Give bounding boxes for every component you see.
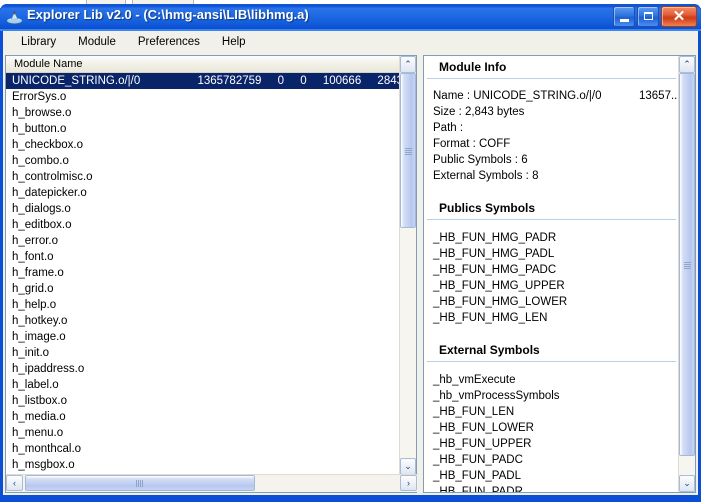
table-row[interactable]: h_dialogs.o (6, 201, 400, 217)
section-title-module-info: Module Info (427, 56, 676, 79)
close-icon: ✕ (672, 8, 686, 25)
external-symbol-item: _HB_FUN_PADL (433, 470, 521, 482)
table-row[interactable]: h_hotkey.o (6, 313, 400, 329)
module-info-content: Module Info Name : UNICODE_STRING.o/|/0 1… (424, 56, 679, 492)
module-info-line: Name : UNICODE_STRING.o/|/0 13657... (433, 90, 679, 102)
module-info-line: Format : COFF (433, 138, 511, 150)
table-row[interactable]: h_ipaddress.o (6, 361, 400, 377)
grip-icon (136, 480, 144, 487)
module-meta: 1365782759 0 0 100666 2843 `lLlI (197, 75, 400, 87)
vscroll-thumb[interactable] (679, 73, 695, 456)
table-row[interactable]: h_button.o (6, 121, 400, 137)
external-symbol-item: _HB_FUN_LOWER (433, 422, 534, 434)
scroll-right-icon[interactable]: › (400, 475, 417, 491)
external-symbol-item: _HB_FUN_UPPER (433, 438, 532, 450)
table-row[interactable]: h_grid.o (6, 281, 400, 297)
table-row-selected[interactable]: UNICODE_STRING.o/|/0 1365782759 0 0 1006… (6, 73, 400, 89)
menu-bar: Library Module Preferences Help (0, 31, 701, 53)
title-bar[interactable]: Explorer Lib v2.0 - (C:\hmg-ansi\LIB\lib… (0, 4, 701, 31)
table-row[interactable]: h_browse.o (6, 105, 400, 121)
section-title-publics-symbols: Publics Symbols (427, 196, 676, 220)
module-info-lines: Name : UNICODE_STRING.o/|/0 13657... Size … (424, 79, 679, 184)
module-mode: 100666 (322, 75, 362, 87)
table-row[interactable]: h_help.o (6, 297, 400, 313)
scroll-up-icon[interactable]: ⌃ (400, 56, 416, 73)
module-timestamp: 1365782759 (197, 75, 262, 87)
module-info-panel: Module Info Name : UNICODE_STRING.o/|/0 1… (423, 55, 696, 493)
table-row[interactable]: h_editbox.o (6, 217, 400, 233)
close-button[interactable]: ✕ (661, 6, 697, 27)
external-symbol-item: _hb_vmExecute (433, 374, 516, 386)
app-icon (7, 11, 22, 25)
table-row[interactable]: h_error.o (6, 233, 400, 249)
public-symbol-item: _HB_FUN_HMG_PADR (433, 232, 557, 244)
client-area: Module Name UNICODE_STRING.o/|/0 1365782… (0, 53, 701, 498)
scroll-down-icon[interactable]: ⌄ (400, 458, 416, 475)
table-row[interactable]: h_monthcal.o (6, 441, 400, 457)
external-symbol-item: _HB_FUN_PADR (433, 486, 523, 492)
module-info-line: Size : 2,843 bytes (433, 106, 525, 118)
public-symbol-item: _HB_FUN_HMG_PADL (433, 248, 555, 260)
external-symbols-list: _hb_vmExecute _hb_vmProcessSymbols _HB_FUN… (424, 362, 679, 492)
section-title-external-symbols: External Symbols (427, 338, 676, 362)
table-row[interactable]: h_init.o (6, 345, 400, 361)
menu-item-library[interactable]: Library (12, 34, 65, 51)
module-info-line: Path : (433, 122, 464, 134)
module-list-body[interactable]: UNICODE_STRING.o/|/0 1365782759 0 0 1006… (6, 73, 400, 475)
module-size: 2843 (377, 75, 400, 87)
table-row[interactable]: h_menu.o (6, 425, 400, 441)
scroll-left-icon[interactable]: ‹ (6, 475, 23, 491)
menu-item-help[interactable]: Help (213, 34, 255, 51)
vscroll-thumb[interactable] (400, 73, 416, 228)
table-row[interactable]: h_combo.o (6, 153, 400, 169)
module-info-trailing: 13657... (639, 90, 679, 102)
hscroll-thumb[interactable] (25, 475, 255, 491)
scroll-down-icon[interactable]: ⌄ (679, 475, 695, 492)
module-list-hscrollbar[interactable]: ‹ › (6, 474, 418, 492)
application-window: Explorer Lib v2.0 - (C:\hmg-ansi\LIB\lib… (0, 4, 701, 502)
grip-icon (684, 261, 691, 269)
module-list-panel: Module Name UNICODE_STRING.o/|/0 1365782… (5, 55, 418, 493)
module-info-line: External Symbols : 8 (433, 170, 539, 182)
table-row[interactable]: h_label.o (6, 377, 400, 393)
table-row[interactable]: ErrorSys.o (6, 89, 400, 105)
module-name-selected: UNICODE_STRING.o/|/0 (12, 75, 141, 87)
column-header-module-name[interactable]: Module Name (6, 56, 416, 72)
minimize-button[interactable] (613, 6, 635, 27)
public-symbol-item: _HB_FUN_HMG_LOWER (433, 296, 568, 308)
window-controls: ✕ (613, 6, 697, 27)
scroll-up-icon[interactable]: ⌃ (679, 56, 695, 73)
module-info-line: Public Symbols : 6 (433, 154, 528, 166)
grip-icon (405, 147, 412, 155)
public-symbol-item: _HB_FUN_HMG_UPPER (433, 280, 565, 292)
external-symbol-item: _hb_vmProcessSymbols (433, 390, 560, 402)
external-symbol-item: _HB_FUN_LEN (433, 406, 515, 418)
module-info-vscrollbar[interactable]: ⌃ ⌄ (678, 56, 695, 492)
table-row[interactable]: h_datepicker.o (6, 185, 400, 201)
module-list-vscrollbar[interactable]: ⌃ ⌄ (399, 56, 416, 475)
table-row[interactable]: h_checkbox.o (6, 137, 400, 153)
public-symbol-item: _HB_FUN_HMG_PADC (433, 264, 557, 276)
module-uid: 0 (277, 75, 285, 87)
module-gid: 0 (300, 75, 307, 87)
external-symbol-item: _HB_FUN_PADC (433, 454, 523, 466)
window-title: Explorer Lib v2.0 - (C:\hmg-ansi\LIB\lib… (27, 7, 309, 22)
table-row[interactable]: h_controlmisc.o (6, 169, 400, 185)
table-row[interactable]: h_image.o (6, 329, 400, 345)
table-row[interactable]: h_font.o (6, 249, 400, 265)
public-symbol-item: _HB_FUN_HMG_LEN (433, 312, 548, 324)
table-row[interactable]: h_media.o (6, 409, 400, 425)
menu-item-module[interactable]: Module (69, 34, 125, 51)
table-row[interactable]: h_listbox.o (6, 393, 400, 409)
table-row[interactable]: h_msgbox.o (6, 457, 400, 473)
table-row[interactable]: h_frame.o (6, 265, 400, 281)
maximize-button[interactable] (637, 6, 659, 27)
publics-symbols-list: _HB_FUN_HMG_PADR _HB_FUN_HMG_PADL _HB_FUN_… (424, 220, 679, 326)
menu-item-preferences[interactable]: Preferences (129, 34, 209, 51)
module-list-header: Module Name (6, 56, 416, 73)
